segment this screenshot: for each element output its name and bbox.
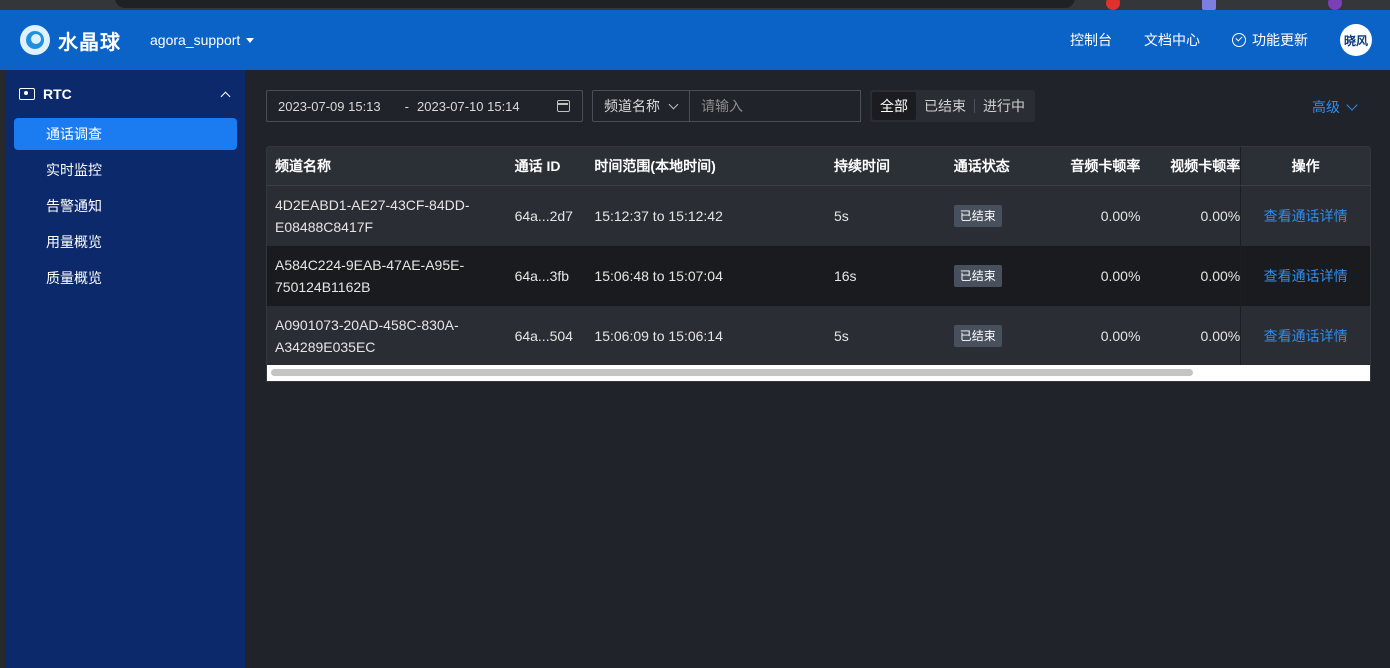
channel-name-line: 750124B1162B — [275, 279, 371, 295]
scrollbar-thumb[interactable] — [271, 369, 1193, 376]
badge-check-icon — [1232, 33, 1246, 47]
top-nav-links: 控制台 文档中心 功能更新 晓风 — [1070, 24, 1390, 56]
sidebar: RTC 通话调查 实时监控 告警通知 用量概览 质量概览 — [5, 70, 245, 668]
table-row: A584C224-9EAB-47AE-A95E- 750124B1162B 64… — [267, 246, 1370, 306]
advanced-label: 高级 — [1312, 99, 1340, 115]
audio-freeze-cell: 0.00% — [1100, 328, 1141, 344]
chevron-down-icon — [668, 99, 679, 110]
extension-icon[interactable] — [1106, 0, 1120, 10]
call-id-cell: 64a...2d7 — [514, 208, 573, 224]
channel-name-line: A34289E035EC — [275, 339, 376, 355]
calendar-icon — [557, 100, 570, 112]
status-badge: 已结束 — [953, 265, 1002, 287]
sidebar-item-alerts[interactable]: 告警通知 — [14, 190, 237, 222]
column-header-duration: 持续时间 — [833, 158, 890, 174]
video-freeze-cell: 0.00% — [1200, 268, 1241, 284]
column-header-audio-freeze: 音频卡顿率 — [1070, 158, 1141, 174]
column-header-time-range: 时间范围(本地时间) — [594, 158, 716, 174]
logo-icon — [20, 25, 50, 55]
sidebar-item-usage-overview[interactable]: 用量概览 — [14, 226, 237, 258]
status-badge: 已结束 — [953, 205, 1002, 227]
channel-cell: A584C224-9EAB-47AE-A95E- 750124B1162B — [267, 246, 507, 306]
table-row: 4D2EABD1-AE27-43CF-84DD- E08488C8417F 64… — [267, 186, 1370, 246]
column-header-channel: 频道名称 — [275, 158, 331, 174]
status-option-all[interactable]: 全部 — [872, 92, 916, 120]
channel-name-line: A0901073-20AD-458C-830A- — [275, 317, 459, 333]
date-separator: - — [404, 98, 409, 114]
calls-table: 频道名称 通话 ID 时间范围(本地时间) 持续时间 通话状态 音频卡顿率 视频… — [266, 146, 1371, 382]
browser-url-bar[interactable] — [115, 0, 1075, 8]
action-cell: 查看通话详情 — [1240, 186, 1370, 246]
audio-freeze-cell: 0.00% — [1100, 208, 1141, 224]
time-range-cell: 15:06:48 to 15:07:04 — [594, 268, 723, 284]
account-switcher[interactable]: agora_support — [150, 32, 255, 48]
account-name: agora_support — [150, 32, 241, 48]
date-range-picker[interactable]: 2023-07-09 15:13 - 2023-07-10 15:14 — [266, 90, 583, 122]
search-field-label: 频道名称 — [604, 98, 660, 114]
time-range-cell: 15:12:37 to 15:12:42 — [594, 208, 723, 224]
top-navigation-bar: 水晶球 agora_support 控制台 文档中心 功能更新 晓风 — [0, 10, 1390, 70]
call-id-cell: 64a...504 — [514, 328, 573, 344]
table-header: 频道名称 通话 ID 时间范围(本地时间) 持续时间 通话状态 音频卡顿率 视频… — [267, 147, 1370, 186]
time-range-cell: 15:06:09 to 15:06:14 — [594, 328, 723, 344]
action-cell: 查看通话详情 — [1240, 306, 1370, 366]
sidebar-section-label: RTC — [43, 86, 72, 102]
status-cell: 已结束 — [946, 246, 1036, 306]
browser-chrome — [0, 0, 1390, 10]
duration-cell: 5s — [833, 328, 849, 344]
view-call-details-link[interactable]: 查看通话详情 — [1264, 205, 1348, 227]
extension-icon[interactable] — [1202, 0, 1216, 10]
status-option-ongoing[interactable]: 进行中 — [975, 92, 1033, 120]
date-end: 2023-07-10 15:14 — [417, 98, 520, 114]
chevron-down-icon — [1346, 99, 1358, 111]
video-freeze-cell: 0.00% — [1200, 208, 1241, 224]
view-call-details-link[interactable]: 查看通话详情 — [1264, 265, 1348, 287]
console-link[interactable]: 控制台 — [1070, 30, 1112, 50]
sidebar-item-call-investigation[interactable]: 通话调查 — [14, 118, 237, 150]
docs-link[interactable]: 文档中心 — [1144, 30, 1200, 50]
sidebar-section-rtc[interactable]: RTC — [5, 70, 245, 118]
status-option-ended[interactable]: 已结束 — [916, 92, 974, 120]
rtc-icon — [19, 88, 35, 100]
channel-name-line: E08488C8417F — [275, 219, 374, 235]
column-header-call-id: 通话 ID — [514, 158, 561, 174]
video-freeze-cell: 0.00% — [1200, 328, 1241, 344]
caret-down-icon — [246, 37, 255, 43]
status-filter: 全部 已结束 进行中 — [870, 90, 1035, 122]
duration-cell: 5s — [833, 208, 849, 224]
filter-bar: 2023-07-09 15:13 - 2023-07-10 15:14 频道名称… — [266, 90, 1035, 122]
channel-cell: 4D2EABD1-AE27-43CF-84DD- E08488C8417F — [267, 186, 507, 246]
channel-name-line: 4D2EABD1-AE27-43CF-84DD- — [275, 197, 470, 213]
channel-name-line: A584C224-9EAB-47AE-A95E- — [275, 257, 465, 273]
advanced-filter-toggle[interactable]: 高级 — [1312, 97, 1358, 117]
logo[interactable]: 水晶球 — [20, 25, 140, 55]
logo-text: 水晶球 — [58, 31, 121, 54]
sidebar-item-realtime-monitor[interactable]: 实时监控 — [14, 154, 237, 186]
table-row: A0901073-20AD-458C-830A- A34289E035EC 64… — [267, 306, 1370, 366]
action-cell: 查看通话详情 — [1240, 246, 1370, 306]
updates-link[interactable]: 功能更新 — [1232, 30, 1308, 50]
call-id-cell: 64a...3fb — [514, 268, 570, 284]
avatar[interactable]: 晓风 — [1340, 24, 1372, 56]
duration-cell: 16s — [833, 268, 857, 284]
chevron-up-icon — [220, 91, 231, 101]
column-header-status: 通话状态 — [953, 158, 1010, 174]
main-content: 2023-07-09 15:13 - 2023-07-10 15:14 频道名称… — [245, 70, 1390, 668]
column-header-actions: 操作 — [1240, 147, 1370, 185]
updates-label: 功能更新 — [1252, 32, 1308, 48]
search-input[interactable] — [690, 90, 861, 122]
sidebar-item-quality-overview[interactable]: 质量概览 — [14, 262, 237, 294]
status-cell: 已结束 — [946, 306, 1036, 366]
status-cell: 已结束 — [946, 186, 1036, 246]
date-start: 2023-07-09 15:13 — [278, 98, 381, 114]
search-field-select[interactable]: 频道名称 — [592, 90, 690, 122]
horizontal-scrollbar[interactable] — [267, 365, 1370, 381]
status-badge: 已结束 — [953, 325, 1002, 347]
channel-cell: A0901073-20AD-458C-830A- A34289E035EC — [267, 306, 507, 366]
view-call-details-link[interactable]: 查看通话详情 — [1264, 325, 1348, 347]
audio-freeze-cell: 0.00% — [1100, 268, 1141, 284]
profile-icon[interactable] — [1328, 0, 1342, 10]
column-header-video-freeze: 视频卡顿率 — [1170, 158, 1241, 174]
